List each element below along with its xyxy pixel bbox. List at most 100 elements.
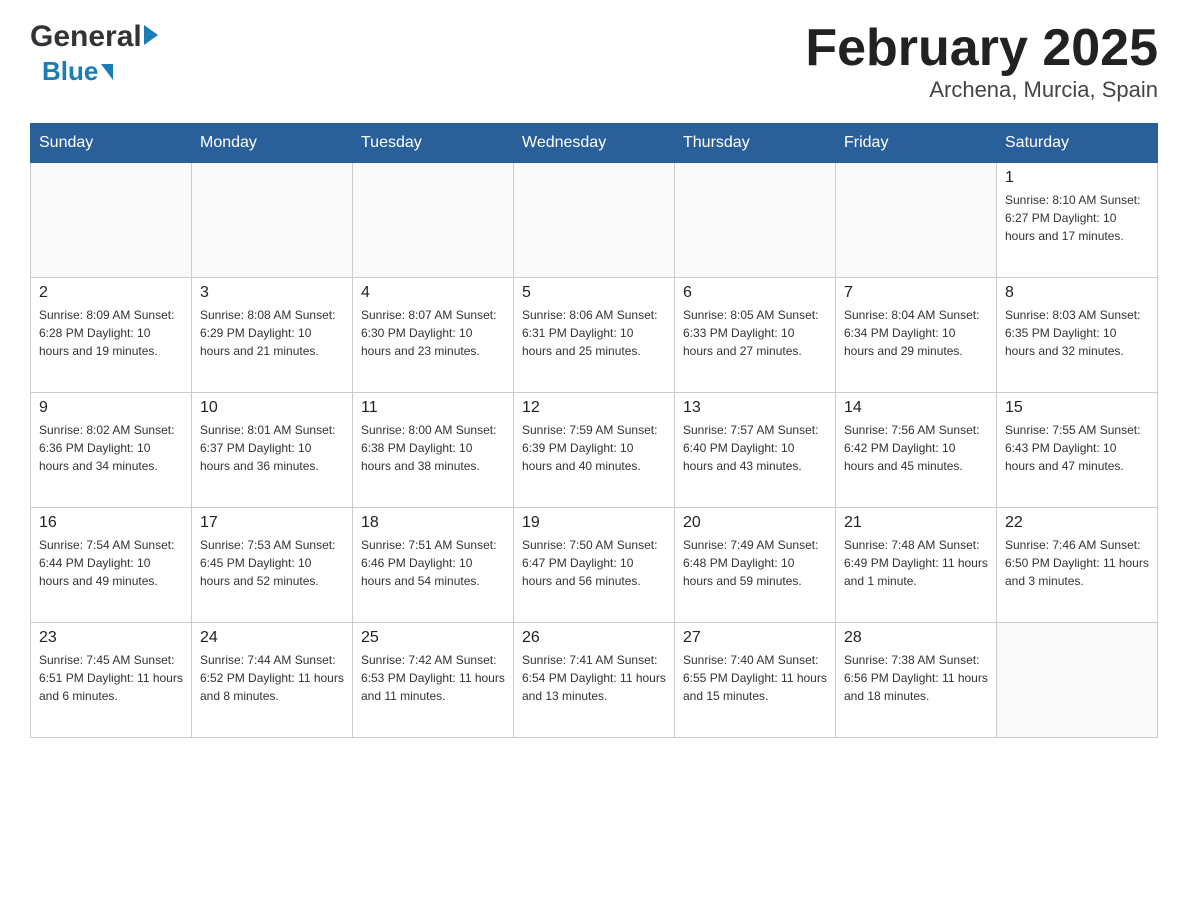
day-number: 3 <box>200 284 344 302</box>
calendar-day <box>514 163 675 278</box>
calendar-day: 9 Sunrise: 8:02 AM Sunset: 6:36 PM Daylig… <box>31 393 192 508</box>
page-header: General Blue February 2025 Archena, Murc… <box>30 20 1158 103</box>
day-number: 8 <box>1005 284 1149 302</box>
col-thursday: Thursday <box>675 124 836 163</box>
day-number: 12 <box>522 399 666 417</box>
calendar-day: 16 Sunrise: 7:54 AM Sunset: 6:44 PM Dayli… <box>31 508 192 623</box>
logo-blue-text: Blue <box>42 56 98 87</box>
calendar-day: 23 Sunrise: 7:45 AM Sunset: 6:51 PM Dayli… <box>31 623 192 738</box>
day-info: Sunrise: 7:40 AM Sunset: 6:55 PM Dayligh… <box>683 651 827 705</box>
calendar-day <box>353 163 514 278</box>
calendar-day: 14Sunrise: 7:56 AM Sunset: 6:42 PM Dayli… <box>836 393 997 508</box>
day-number: 18 <box>361 514 505 532</box>
calendar-day: 11 Sunrise: 8:00 AM Sunset: 6:38 PM Dayli… <box>353 393 514 508</box>
day-number: 2 <box>39 284 183 302</box>
day-number: 1 <box>1005 169 1149 187</box>
day-info: Sunrise: 7:49 AM Sunset: 6:48 PM Dayligh… <box>683 536 827 590</box>
calendar-day: 27 Sunrise: 7:40 AM Sunset: 6:55 PM Dayli… <box>675 623 836 738</box>
calendar-day: 18 Sunrise: 7:51 AM Sunset: 6:46 PM Dayli… <box>353 508 514 623</box>
col-sunday: Sunday <box>31 124 192 163</box>
day-info: Sunrise: 7:41 AM Sunset: 6:54 PM Dayligh… <box>522 651 666 705</box>
day-number: 28 <box>844 629 988 647</box>
col-monday: Monday <box>192 124 353 163</box>
day-info: Sunrise: 7:42 AM Sunset: 6:53 PM Dayligh… <box>361 651 505 705</box>
day-info: Sunrise: 8:06 AM Sunset: 6:31 PM Dayligh… <box>522 306 666 360</box>
week-row-5: 23 Sunrise: 7:45 AM Sunset: 6:51 PM Dayli… <box>31 623 1158 738</box>
day-number: 20 <box>683 514 827 532</box>
logo-triangle-icon <box>101 64 113 80</box>
day-info: Sunrise: 7:59 AM Sunset: 6:39 PM Dayligh… <box>522 421 666 475</box>
calendar-day: 12 Sunrise: 7:59 AM Sunset: 6:39 PM Dayli… <box>514 393 675 508</box>
calendar-day: 13 Sunrise: 7:57 AM Sunset: 6:40 PM Dayli… <box>675 393 836 508</box>
day-number: 9 <box>39 399 183 417</box>
day-number: 23 <box>39 629 183 647</box>
calendar-header-row: Sunday Monday Tuesday Wednesday Thursday… <box>31 124 1158 163</box>
calendar-day: 21Sunrise: 7:48 AM Sunset: 6:49 PM Dayli… <box>836 508 997 623</box>
col-wednesday: Wednesday <box>514 124 675 163</box>
day-number: 16 <box>39 514 183 532</box>
day-number: 25 <box>361 629 505 647</box>
day-number: 15 <box>1005 399 1149 417</box>
col-saturday: Saturday <box>997 124 1158 163</box>
day-number: 24 <box>200 629 344 647</box>
week-row-1: 1 Sunrise: 8:10 AM Sunset: 6:27 PM Daylig… <box>31 163 1158 278</box>
day-number: 4 <box>361 284 505 302</box>
calendar-day: 19Sunrise: 7:50 AM Sunset: 6:47 PM Dayli… <box>514 508 675 623</box>
calendar-day: 24 Sunrise: 7:44 AM Sunset: 6:52 PM Dayli… <box>192 623 353 738</box>
day-info: Sunrise: 8:10 AM Sunset: 6:27 PM Dayligh… <box>1005 191 1149 245</box>
calendar-day: 6 Sunrise: 8:05 AM Sunset: 6:33 PM Daylig… <box>675 278 836 393</box>
calendar-day: 17 Sunrise: 7:53 AM Sunset: 6:45 PM Dayli… <box>192 508 353 623</box>
day-info: Sunrise: 7:48 AM Sunset: 6:49 PM Dayligh… <box>844 536 988 590</box>
day-info: Sunrise: 8:05 AM Sunset: 6:33 PM Dayligh… <box>683 306 827 360</box>
calendar-day <box>31 163 192 278</box>
logo-arrow-icon <box>144 25 158 45</box>
day-number: 11 <box>361 399 505 417</box>
calendar-day <box>836 163 997 278</box>
day-info: Sunrise: 7:56 AM Sunset: 6:42 PM Dayligh… <box>844 421 988 475</box>
calendar-day: 3 Sunrise: 8:08 AM Sunset: 6:29 PM Daylig… <box>192 278 353 393</box>
calendar-day <box>675 163 836 278</box>
calendar-day: 4 Sunrise: 8:07 AM Sunset: 6:30 PM Daylig… <box>353 278 514 393</box>
day-info: Sunrise: 8:02 AM Sunset: 6:36 PM Dayligh… <box>39 421 183 475</box>
week-row-4: 16 Sunrise: 7:54 AM Sunset: 6:44 PM Dayli… <box>31 508 1158 623</box>
day-number: 13 <box>683 399 827 417</box>
calendar-day: 2 Sunrise: 8:09 AM Sunset: 6:28 PM Daylig… <box>31 278 192 393</box>
day-info: Sunrise: 8:09 AM Sunset: 6:28 PM Dayligh… <box>39 306 183 360</box>
calendar-day: 10Sunrise: 8:01 AM Sunset: 6:37 PM Dayli… <box>192 393 353 508</box>
day-info: Sunrise: 7:53 AM Sunset: 6:45 PM Dayligh… <box>200 536 344 590</box>
day-info: Sunrise: 7:50 AM Sunset: 6:47 PM Dayligh… <box>522 536 666 590</box>
day-info: Sunrise: 8:08 AM Sunset: 6:29 PM Dayligh… <box>200 306 344 360</box>
day-info: Sunrise: 7:57 AM Sunset: 6:40 PM Dayligh… <box>683 421 827 475</box>
day-number: 17 <box>200 514 344 532</box>
day-info: Sunrise: 8:04 AM Sunset: 6:34 PM Dayligh… <box>844 306 988 360</box>
day-info: Sunrise: 7:51 AM Sunset: 6:46 PM Dayligh… <box>361 536 505 590</box>
day-number: 7 <box>844 284 988 302</box>
day-number: 26 <box>522 629 666 647</box>
calendar-subtitle: Archena, Murcia, Spain <box>805 77 1158 103</box>
day-number: 5 <box>522 284 666 302</box>
calendar-day <box>997 623 1158 738</box>
day-info: Sunrise: 7:46 AM Sunset: 6:50 PM Dayligh… <box>1005 536 1149 590</box>
day-number: 27 <box>683 629 827 647</box>
logo-general-text: General <box>30 20 142 54</box>
day-number: 22 <box>1005 514 1149 532</box>
day-info: Sunrise: 8:07 AM Sunset: 6:30 PM Dayligh… <box>361 306 505 360</box>
day-number: 6 <box>683 284 827 302</box>
day-info: Sunrise: 8:03 AM Sunset: 6:35 PM Dayligh… <box>1005 306 1149 360</box>
calendar-day: 26 Sunrise: 7:41 AM Sunset: 6:54 PM Dayli… <box>514 623 675 738</box>
day-info: Sunrise: 8:00 AM Sunset: 6:38 PM Dayligh… <box>361 421 505 475</box>
calendar-day <box>192 163 353 278</box>
day-info: Sunrise: 7:54 AM Sunset: 6:44 PM Dayligh… <box>39 536 183 590</box>
calendar-day: 1 Sunrise: 8:10 AM Sunset: 6:27 PM Daylig… <box>997 163 1158 278</box>
calendar-day: 25 Sunrise: 7:42 AM Sunset: 6:53 PM Dayli… <box>353 623 514 738</box>
calendar-day: 20 Sunrise: 7:49 AM Sunset: 6:48 PM Dayli… <box>675 508 836 623</box>
day-info: Sunrise: 7:38 AM Sunset: 6:56 PM Dayligh… <box>844 651 988 705</box>
day-info: Sunrise: 7:55 AM Sunset: 6:43 PM Dayligh… <box>1005 421 1149 475</box>
title-block: February 2025 Archena, Murcia, Spain <box>805 20 1158 103</box>
day-number: 10 <box>200 399 344 417</box>
logo: General Blue <box>30 20 158 87</box>
calendar-day: 8 Sunrise: 8:03 AM Sunset: 6:35 PM Daylig… <box>997 278 1158 393</box>
day-info: Sunrise: 7:45 AM Sunset: 6:51 PM Dayligh… <box>39 651 183 705</box>
day-info: Sunrise: 7:44 AM Sunset: 6:52 PM Dayligh… <box>200 651 344 705</box>
calendar-table: Sunday Monday Tuesday Wednesday Thursday… <box>30 123 1158 738</box>
